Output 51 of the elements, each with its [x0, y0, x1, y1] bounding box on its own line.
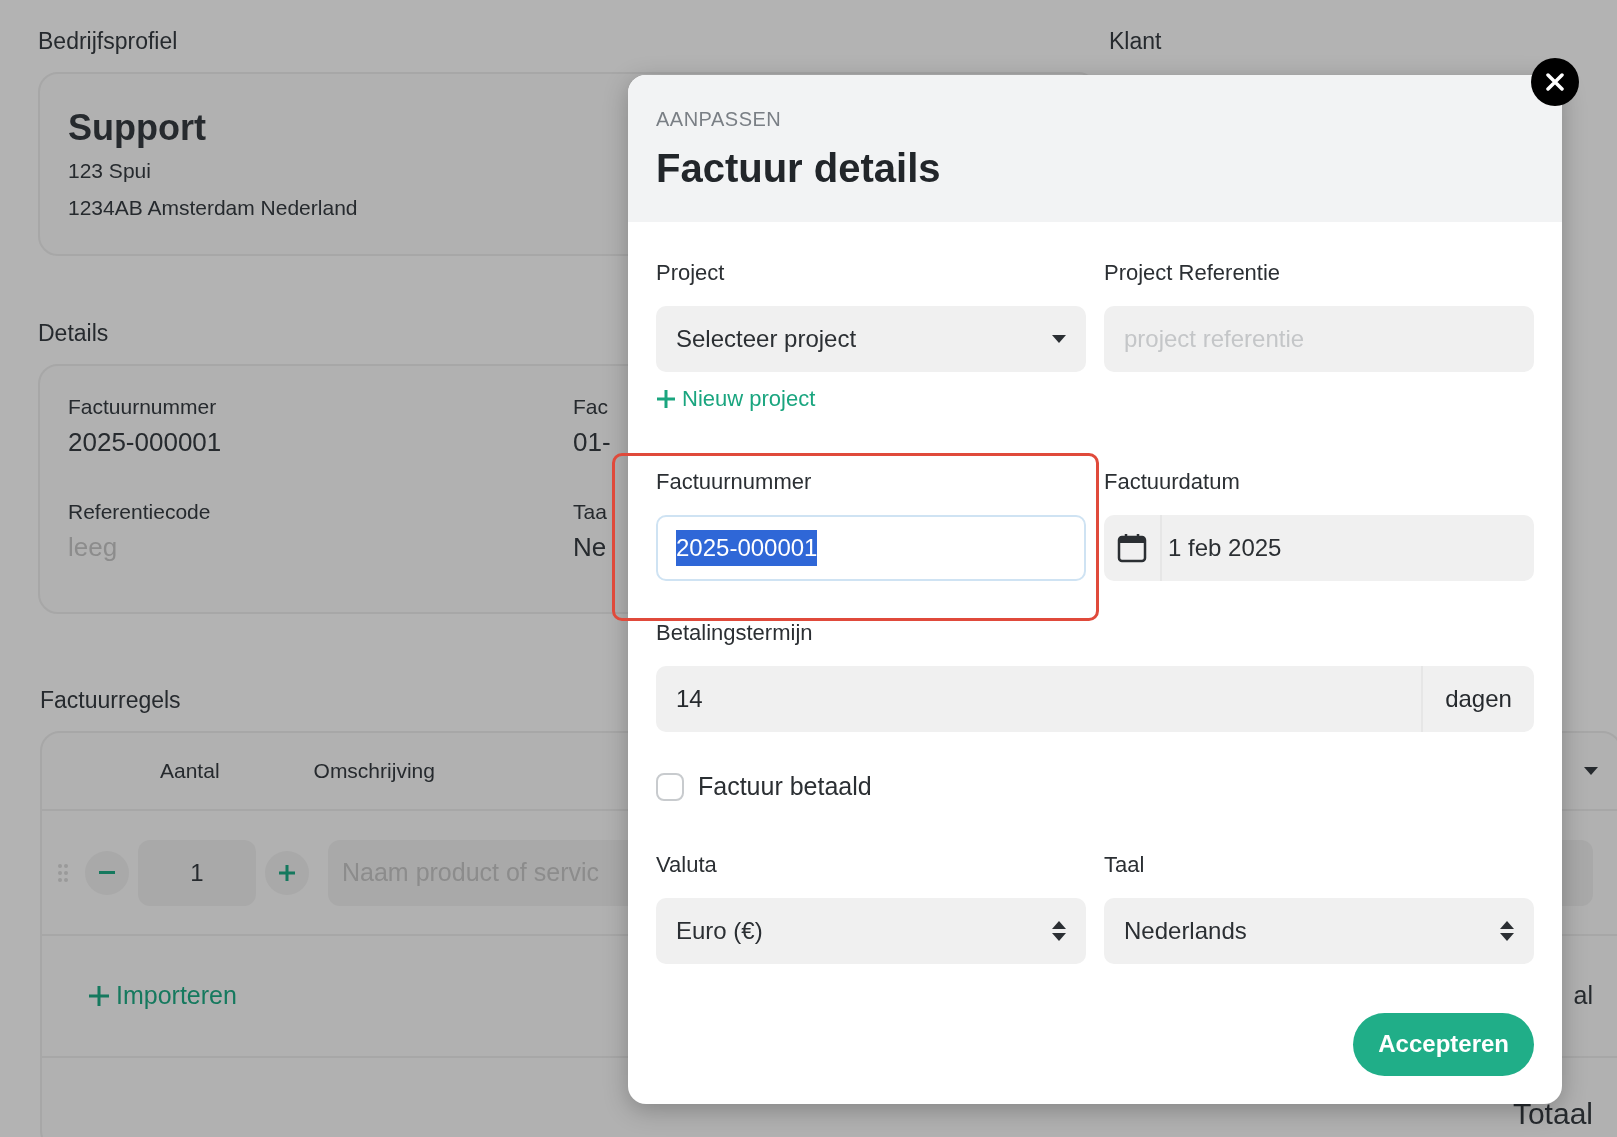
total-label: Totaal	[1512, 1097, 1593, 1130]
caret-icon	[1052, 335, 1066, 343]
field-value: 01-	[573, 426, 611, 459]
field-label: Betalingstermijn	[656, 620, 814, 646]
section-heading: Details	[38, 319, 109, 348]
language-select[interactable]: Nederlands	[1104, 897, 1534, 964]
new-project-link[interactable]: Nieuw project	[656, 386, 816, 412]
field-label: Project Referentie	[1104, 260, 1282, 286]
unit-label: dagen	[1421, 666, 1534, 732]
address-line: 1234AB Amsterdam Nederland	[68, 195, 358, 221]
plus-icon	[278, 863, 296, 882]
section-heading: Bedrijfsprofiel	[38, 27, 178, 56]
column-header: Aantal	[160, 758, 220, 785]
field-label: Referentiecode	[68, 499, 211, 525]
minus-icon	[99, 871, 115, 874]
field-value: Ne	[573, 531, 607, 564]
close-button[interactable]	[1531, 58, 1579, 106]
modal-title: Factuur details	[656, 145, 942, 192]
increase-button[interactable]	[265, 850, 309, 895]
field-label: Valuta	[656, 851, 718, 878]
decrease-button[interactable]	[85, 850, 129, 895]
field-label: Taa	[573, 499, 607, 525]
currency-select[interactable]: Euro (€)	[656, 897, 1086, 964]
field-value: 2025-000001	[68, 426, 222, 459]
project-select[interactable]: Selecteer project	[656, 306, 1086, 372]
sort-arrows-icon	[1500, 920, 1514, 941]
address-line: 123 Spui	[68, 158, 151, 184]
field-label: Fac	[573, 394, 608, 420]
modal-eyebrow: AANPASSEN	[656, 107, 783, 131]
date-field[interactable]: 1 feb 2025	[1104, 515, 1534, 581]
paid-checkbox[interactable]	[656, 772, 684, 801]
field-label: Project	[656, 260, 726, 286]
plus-icon	[88, 985, 110, 1007]
company-name: Support	[68, 106, 206, 150]
section-heading: Factuurregels	[40, 686, 181, 715]
checkbox-label: Factuur betaald	[698, 771, 872, 802]
plus-icon	[656, 389, 676, 409]
column-header: Omschrijving	[313, 758, 435, 785]
field-label: Taal	[1104, 851, 1146, 878]
field-label: Factuurnummer	[68, 394, 217, 420]
subtotal-label: al	[1573, 980, 1593, 1012]
payment-term-field[interactable]: 14 dagen	[656, 666, 1534, 732]
field-label: Factuurnummer	[656, 469, 813, 495]
invoice-number-field[interactable]: 2025-000001	[656, 515, 1086, 581]
close-icon	[1546, 73, 1564, 91]
quantity-field[interactable]: 1	[138, 839, 256, 906]
calendar-icon	[1117, 533, 1147, 563]
caret-icon	[1584, 767, 1598, 775]
field-label: Factuurdatum	[1104, 469, 1241, 495]
section-heading: Klant	[1109, 27, 1162, 56]
sort-arrows-icon	[1052, 920, 1066, 941]
